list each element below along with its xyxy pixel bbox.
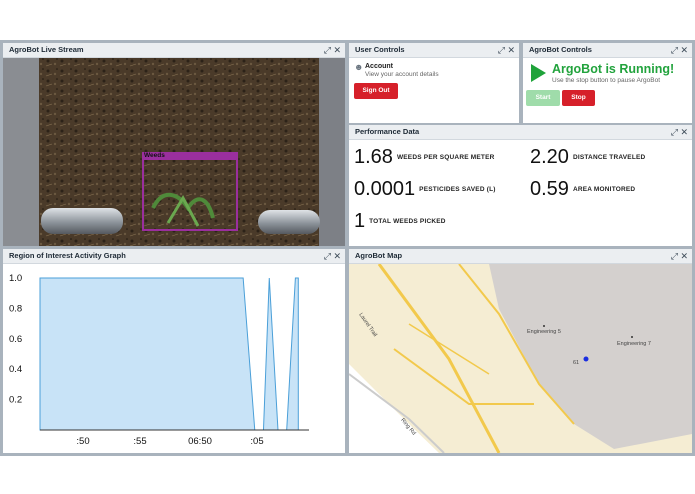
- close-icon[interactable]: ✕: [680, 250, 688, 262]
- metric-label: PESTICIDES SAVED (L): [419, 186, 496, 193]
- graph-area: 0.2 0.4 0.6 0.8 1.0 :50 :55 06:50 :05: [3, 264, 345, 453]
- stop-button[interactable]: Stop: [562, 90, 595, 106]
- map-label-eng5: Engineering 5: [527, 329, 561, 335]
- robot-location-marker[interactable]: [583, 356, 589, 362]
- robot-frame-right: [319, 58, 345, 246]
- status-subtitle: Use the stop button to pause ArgoBot: [552, 77, 661, 84]
- metric-value: 1.68: [354, 146, 393, 168]
- x-tick-label: :05: [250, 436, 263, 447]
- roller-left: [41, 208, 123, 234]
- metric-pesticides: 0.0001 PESTICIDES SAVED (L): [354, 178, 496, 201]
- panel-header: User Controls ⤢ ✕: [349, 43, 519, 58]
- account-subtitle: View your account details: [365, 71, 439, 78]
- video-feed: Weeds: [3, 58, 345, 246]
- close-icon[interactable]: ✕: [507, 44, 515, 56]
- expand-icon[interactable]: ⤢: [324, 44, 331, 56]
- metric-area: 0.59 AREA MONITORED: [530, 178, 635, 201]
- map-panel: AgroBot Map ⤢ ✕ Engineering 5 Engineerin…: [349, 249, 692, 453]
- expand-icon[interactable]: ⤢: [671, 126, 678, 138]
- play-icon: [531, 64, 546, 82]
- y-tick-label: 1.0: [9, 273, 22, 284]
- metric-distance: 2.20 DISTANCE TRAVELED: [530, 146, 645, 169]
- close-icon[interactable]: ✕: [680, 44, 688, 56]
- y-tick-label: 0.2: [9, 395, 22, 406]
- metric-label: WEEDS PER SQUARE METER: [396, 154, 495, 161]
- account-title[interactable]: Account: [365, 63, 393, 70]
- expand-icon[interactable]: ⤢: [671, 250, 678, 262]
- panel-title: User Controls: [355, 45, 405, 54]
- close-icon[interactable]: ✕: [680, 126, 688, 138]
- x-tick-label: 06:50: [188, 436, 212, 447]
- map-view[interactable]: Engineering 5 Engineering 7 Laurel Trail…: [349, 263, 692, 453]
- start-button[interactable]: Start: [526, 90, 560, 106]
- poi-marker: [543, 325, 545, 327]
- performance-panel: Performance Data ⤢ ✕ 1.68 WEEDS PER SQUAR…: [349, 125, 692, 246]
- metric-label: DISTANCE TRAVELED: [572, 154, 646, 161]
- user-controls-panel: User Controls ⤢ ✕ ☻ Account View your ac…: [349, 43, 519, 123]
- map-label-number: 61: [573, 360, 580, 366]
- panel-header: Performance Data ⤢ ✕: [349, 125, 692, 140]
- y-tick-label: 0.6: [9, 334, 22, 345]
- panel-title: Region of Interest Activity Graph: [9, 251, 126, 260]
- x-tick-label: :55: [133, 436, 146, 447]
- map-canvas: [349, 263, 692, 453]
- metric-value: 2.20: [530, 146, 569, 168]
- expand-icon[interactable]: ⤢: [671, 44, 678, 56]
- dashboard: AgroBot Live Stream ⤢ ✕ Weeds User Contr…: [0, 40, 695, 456]
- activity-series-area: [39, 277, 299, 431]
- panel-header: AgroBot Live Stream ⤢ ✕: [3, 43, 345, 58]
- expand-icon[interactable]: ⤢: [498, 44, 505, 56]
- metric-label: TOTAL WEEDS PICKED: [369, 218, 446, 225]
- panel-title: AgroBot Controls: [529, 45, 592, 54]
- panel-header: Region of Interest Activity Graph ⤢ ✕: [3, 249, 345, 264]
- robot-frame-left: [3, 58, 39, 246]
- panel-title: AgroBot Live Stream: [9, 45, 84, 54]
- panel-title: AgroBot Map: [355, 251, 403, 260]
- y-tick-label: 0.8: [9, 303, 22, 314]
- expand-icon[interactable]: ⤢: [324, 250, 331, 262]
- roller-right: [258, 210, 320, 234]
- close-icon[interactable]: ✕: [333, 250, 341, 262]
- panel-header: AgroBot Map ⤢ ✕: [349, 249, 692, 264]
- y-tick-label: 0.4: [9, 364, 22, 375]
- status-title: ArgoBot is Running!: [552, 62, 675, 76]
- path-yellow: [408, 323, 490, 375]
- building-engineering: [489, 264, 692, 449]
- agrobot-controls-panel: AgroBot Controls ⤢ ✕ ArgoBot is Running!…: [523, 43, 692, 123]
- x-tick-label: :50: [76, 436, 89, 447]
- user-icon: ☻: [354, 62, 364, 72]
- poi-marker: [631, 336, 633, 338]
- path-yellow: [393, 348, 534, 405]
- sign-out-button[interactable]: Sign Out: [354, 83, 398, 99]
- map-label-eng7: Engineering 7: [617, 341, 651, 347]
- metric-value: 0.59: [530, 178, 569, 200]
- metric-value: 0.0001: [354, 178, 416, 200]
- close-icon[interactable]: ✕: [333, 44, 341, 56]
- metric-label: AREA MONITORED: [572, 186, 636, 193]
- detection-label: Weeds: [142, 152, 238, 160]
- metric-value: 1: [354, 210, 366, 232]
- panel-header: AgroBot Controls ⤢ ✕: [523, 43, 692, 58]
- metric-total-weeds: 1 TOTAL WEEDS PICKED: [354, 210, 446, 233]
- panel-title: Performance Data: [355, 127, 420, 136]
- activity-chart: 0.2 0.4 0.6 0.8 1.0 :50 :55 06:50 :05: [9, 273, 309, 447]
- live-stream-panel: AgroBot Live Stream ⤢ ✕ Weeds: [3, 43, 345, 246]
- detection-box: [142, 157, 238, 231]
- metric-weeds-per-sqm: 1.68 WEEDS PER SQUARE METER: [354, 146, 495, 169]
- activity-graph-panel: Region of Interest Activity Graph ⤢ ✕ 0.…: [3, 249, 345, 453]
